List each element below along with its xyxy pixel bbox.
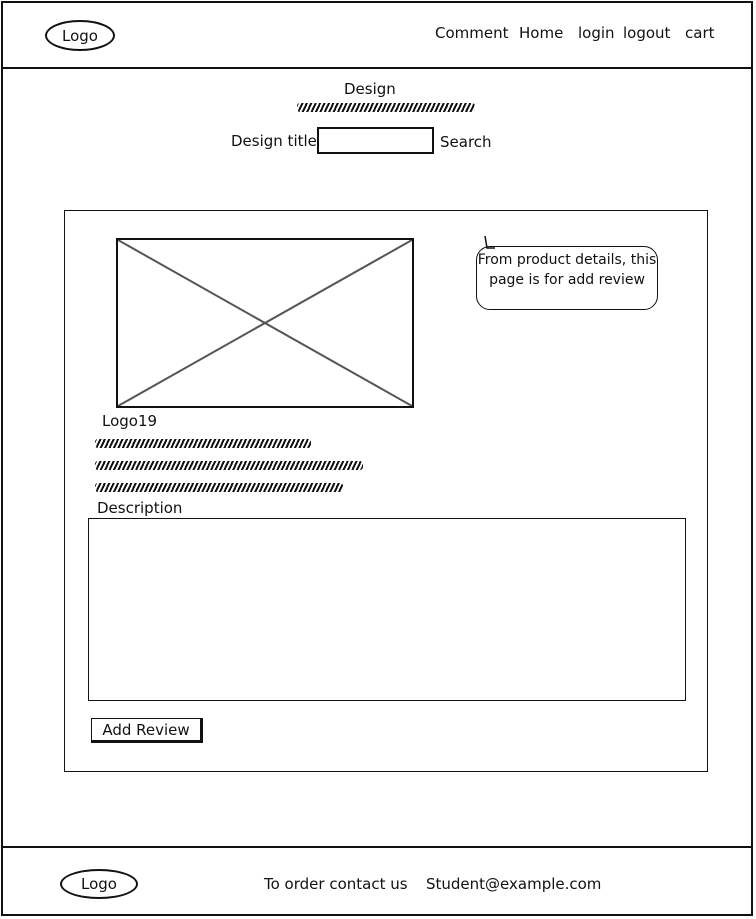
product-name: Logo19 xyxy=(102,412,158,430)
product-detail-line-3 xyxy=(95,483,343,492)
search-label: Design title xyxy=(231,132,317,150)
product-detail-line-2 xyxy=(95,461,363,470)
footer-logo[interactable]: Logo xyxy=(60,869,138,899)
nav-login[interactable]: login xyxy=(578,24,615,42)
nav-comment[interactable]: Comment xyxy=(435,24,509,42)
search-input[interactable] xyxy=(317,127,434,154)
image-placeholder-icon xyxy=(118,240,412,406)
nav-home[interactable]: Home xyxy=(519,24,563,42)
search-button[interactable]: Search xyxy=(440,133,492,151)
subtitle-placeholder-text xyxy=(297,103,475,112)
add-review-button[interactable]: Add Review xyxy=(91,718,203,743)
description-textarea[interactable] xyxy=(88,518,686,701)
header: Logo Comment Home login logout cart xyxy=(1,1,753,69)
nav-cart[interactable]: cart xyxy=(685,24,715,42)
footer-email-link[interactable]: Student@example.com xyxy=(426,875,601,893)
product-detail-line-1 xyxy=(95,439,311,448)
footer: Logo To order contact us Student@example… xyxy=(1,846,753,916)
nav-logout[interactable]: logout xyxy=(623,24,670,42)
description-label: Description xyxy=(97,499,183,517)
footer-contact-text: To order contact us xyxy=(264,875,408,893)
product-image-placeholder xyxy=(116,238,414,408)
callout-note: From product details, this page is for a… xyxy=(476,246,658,310)
page-title: Design xyxy=(344,80,396,98)
header-logo[interactable]: Logo xyxy=(45,20,115,51)
